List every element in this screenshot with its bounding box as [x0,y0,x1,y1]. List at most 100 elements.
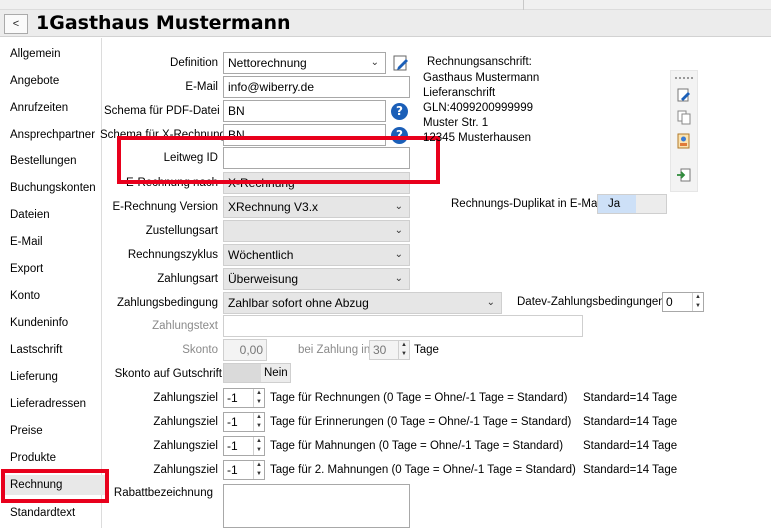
zahlungsziel-label-3: Zahlungsziel [153,440,218,452]
sidebar-item-email[interactable]: E-Mail [10,232,43,252]
tab-divider [104,0,524,10]
email-label: E-Mail [185,81,218,93]
skonto-days-stepper[interactable]: 30 ▲ ▼ [369,340,410,360]
rechnung-highlight-box [1,469,109,503]
stepper-arrows-icon[interactable]: ▲ ▼ [253,413,264,431]
zahlungstext-label: Zahlungstext [152,320,218,332]
rabatt-textarea[interactable] [223,484,410,528]
chevron-down-icon: ⌄ [394,273,403,284]
zahlungsbedingung-label: Zahlungsbedingung [116,297,218,309]
sidebar-item-konto[interactable]: Konto [10,286,40,306]
definition-select[interactable]: Nettorechnung ⌄ [223,52,386,74]
chevron-down-icon: ⌄ [394,225,403,236]
zahlungsziel-value-4: -1 [227,463,238,477]
zahlungsziel-desc-4: Tage für 2. Mahnungen (0 Tage = Ohne/-1 … [270,464,576,476]
page-title: 1Gasthaus Mustermann [36,12,291,34]
address-line-3: GLN:4099200999999 [423,102,533,114]
zahlungsziel-label-4: Zahlungsziel [153,464,218,476]
email-field[interactable]: info@wiberry.de [223,76,410,98]
sidebar-item-export[interactable]: Export [10,259,43,279]
sidebar-item-lieferadressen[interactable]: Lieferadressen [10,394,86,414]
zahlungsart-select[interactable]: Überweisung ⌄ [223,268,410,290]
help-icon[interactable]: ? [391,103,408,120]
datev-label: Datev-Zahlungsbedingungen [517,296,665,308]
stepper-arrows-icon[interactable]: ▲ ▼ [253,389,264,407]
zahlungsziel-std-3: Standard=14 Tage [583,440,678,452]
skonto-bei-label: bei Zahlung in [298,344,371,356]
erechnung-version-label: E-Rechnung Version [112,201,218,213]
chevron-down-icon: ⌄ [394,249,403,260]
skonto-field[interactable]: 0,00 [223,339,267,361]
sidebar-item-angebote[interactable]: Angebote [10,71,59,91]
sidebar-item-bestellungen[interactable]: Bestellungen [10,151,77,171]
chevron-down-icon: ⌄ [370,57,379,68]
zahlungsziel-stepper-1[interactable]: -1 ▲ ▼ [223,388,265,408]
zahlungsziel-value-3: -1 [227,439,238,453]
duplikat-toggle[interactable]: Ja [597,194,667,214]
leitweg-highlight-box [117,136,440,184]
contact-card-icon[interactable] [676,133,692,149]
rechnungszyklus-select[interactable]: Wöchentlich ⌄ [223,244,410,266]
sidebar-item-anrufzeiten[interactable]: Anrufzeiten [10,98,68,118]
zahlungsziel-stepper-3[interactable]: -1 ▲ ▼ [223,436,265,456]
definition-value: Nettorechnung [228,56,307,70]
sidebar-item-dateien[interactable]: Dateien [10,205,50,225]
duplikat-label: Rechnungs-Duplikat in E-Mail [451,198,603,210]
stepper-arrows-icon[interactable]: ▲ ▼ [692,293,703,311]
zahlungsbedingung-value: Zahlbar sofort ohne Abzug [228,296,369,310]
address-line-2: Lieferanschrift [423,87,496,99]
zahlungsziel-stepper-2[interactable]: -1 ▲ ▼ [223,412,265,432]
duplikat-value: Ja [598,195,636,213]
sidebar-item-kundeninfo[interactable]: Kundeninfo [10,313,68,333]
zahlungsziel-value-2: -1 [227,415,238,429]
definition-label: Definition [170,57,218,69]
zustellungsart-label: Zustellungsart [145,225,218,237]
copy-icon[interactable] [676,109,692,125]
rechnungszyklus-label: Rechnungszyklus [127,249,218,261]
zahlungsbedingung-select[interactable]: Zahlbar sofort ohne Abzug ⌄ [223,292,502,314]
sidebar-item-preise[interactable]: Preise [10,421,43,441]
edit-icon[interactable] [392,54,410,72]
sidebar-item-lastschrift[interactable]: Lastschrift [10,340,62,360]
sidebar-item-ansprechpartner[interactable]: Ansprechpartner [10,125,95,145]
zahlungsart-label: Zahlungsart [157,273,218,285]
datev-stepper[interactable]: 0 ▲ ▼ [662,292,704,312]
chevron-down-icon: ⌄ [394,201,403,212]
schema-pdf-field[interactable]: BN [223,100,386,122]
title-bar: < 1Gasthaus Mustermann [0,10,771,37]
zahlungsziel-std-4: Standard=14 Tage [583,464,678,476]
edit-address-icon[interactable] [676,87,692,103]
address-heading: Rechnungsanschrift: [427,56,532,68]
stepper-arrows-icon[interactable]: ▲ ▼ [253,437,264,455]
zahlungsziel-label-1: Zahlungsziel [153,392,218,404]
top-tab-strip [0,0,771,10]
sidebar-item-buchungskonten[interactable]: Buchungskonten [10,178,96,198]
zustellungsart-select[interactable]: ⌄ [223,220,410,242]
stepper-arrows-icon[interactable]: ▲ ▼ [398,341,409,359]
sidebar-item-lieferung[interactable]: Lieferung [10,367,58,387]
zahlungsziel-desc-2: Tage für Erinnerungen (0 Tage = Ohne/-1 … [270,416,572,428]
rabatt-label: Rabattbezeichnung [113,487,213,499]
zahlungsziel-value-1: -1 [227,391,238,405]
address-toolbar [670,70,698,192]
address-line-5: 12345 Musterhausen [423,132,532,144]
erechnung-version-select[interactable]: XRechnung V3.x ⌄ [223,196,410,218]
schema-pdf-label: Schema für PDF-Datei [104,105,220,117]
zahlungsziel-std-2: Standard=14 Tage [583,416,678,428]
chevron-down-icon: ⌄ [486,297,495,308]
zahlungsziel-stepper-4[interactable]: -1 ▲ ▼ [223,460,265,480]
stepper-arrows-icon[interactable]: ▲ ▼ [253,461,264,479]
zahlungstext-field[interactable] [223,315,583,337]
sidebar-item-produkte[interactable]: Produkte [10,448,56,468]
import-icon[interactable] [676,167,692,183]
back-button[interactable]: < [4,14,28,34]
zahlungsart-value: Überweisung [228,272,299,286]
sidebar-item-allgemein[interactable]: Allgemein [10,44,61,64]
address-line-4: Muster Str. 1 [423,117,489,129]
zahlungsziel-std-1: Standard=14 Tage [583,392,678,404]
skonto-gutschrift-label: Skonto auf Gutschrift [114,368,222,380]
zahlungsziel-desc-1: Tage für Rechnungen (0 Tage = Ohne/-1 Ta… [270,392,568,404]
skonto-gutschrift-toggle[interactable]: Nein [223,363,291,383]
rechnungszyklus-value: Wöchentlich [228,248,294,262]
sidebar-item-standardtext[interactable]: Standardtext [10,503,75,523]
